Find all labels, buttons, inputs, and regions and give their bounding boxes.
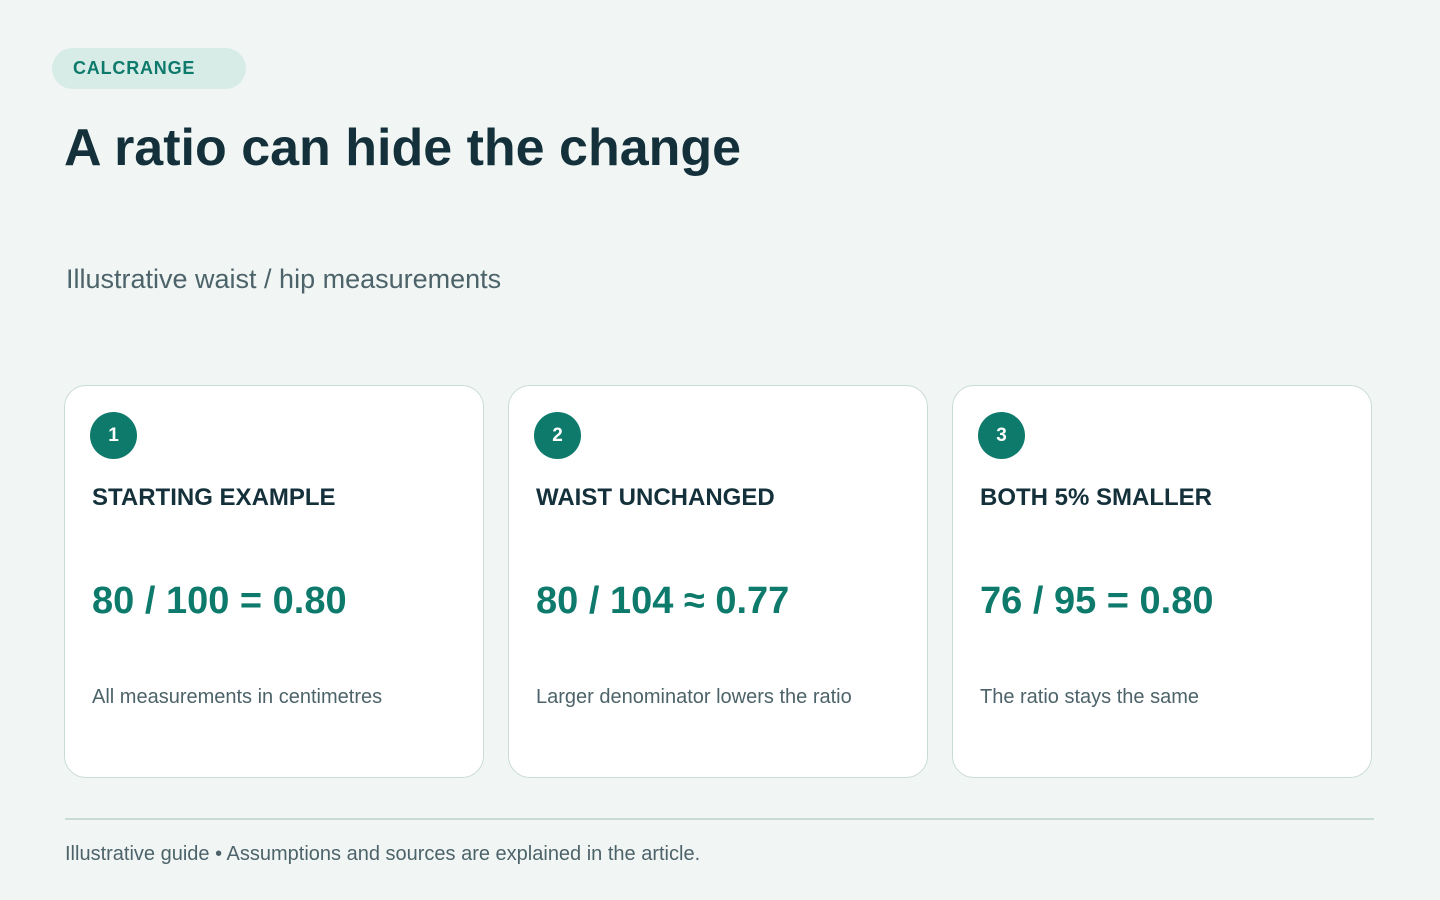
card-heading: STARTING EXAMPLE [92,484,336,511]
step-badge: 1 [90,412,137,459]
card-note: Larger denominator lowers the ratio [536,686,852,708]
card-formula: 80 / 104 ≈ 0.77 [536,580,790,622]
page-subtitle: Illustrative waist / hip measurements [66,264,502,294]
card-formula: 76 / 95 = 0.80 [980,580,1214,622]
footer-note: Illustrative guide • Assumptions and sou… [65,843,701,865]
page-title: A ratio can hide the change [64,119,742,177]
brand-label: CALCRANGE [73,58,196,78]
step-badge: 3 [978,412,1025,459]
step-number: 2 [552,424,563,446]
footer-divider [65,818,1374,820]
example-card-1: 1 STARTING EXAMPLE 80 / 100 = 0.80 All m… [64,385,484,778]
card-heading: BOTH 5% SMALLER [980,484,1213,511]
card-note: The ratio stays the same [980,686,1199,708]
example-cards: 1 STARTING EXAMPLE 80 / 100 = 0.80 All m… [64,385,1372,778]
step-number: 3 [996,424,1007,446]
card-note: All measurements in centimetres [92,686,383,708]
step-number: 1 [108,424,119,446]
example-card-2: 2 WAIST UNCHANGED 80 / 104 ≈ 0.77 Larger… [508,385,928,778]
brand-badge: CALCRANGE [52,48,246,89]
step-badge: 2 [534,412,581,459]
card-heading: WAIST UNCHANGED [536,484,775,511]
example-card-3: 3 BOTH 5% SMALLER 76 / 95 = 0.80 The rat… [952,385,1372,778]
card-formula: 80 / 100 = 0.80 [92,580,347,622]
